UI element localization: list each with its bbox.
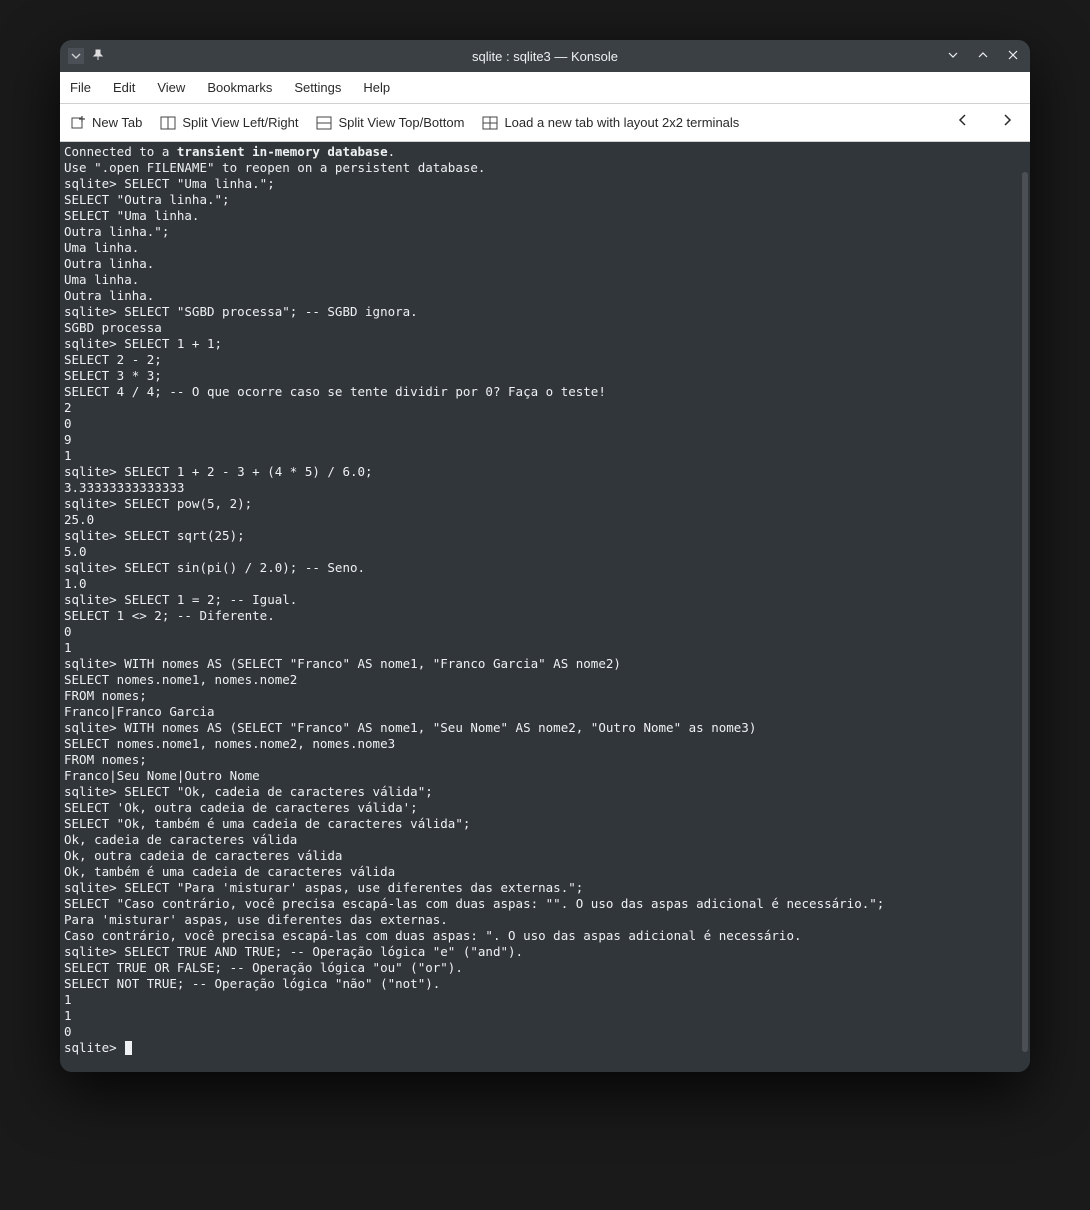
terminal-line: SELECT "Uma linha. xyxy=(64,208,199,223)
terminal-line: Ok, cadeia de caracteres válida xyxy=(64,832,297,847)
menubar: File Edit View Bookmarks Settings Help xyxy=(60,72,1030,104)
terminal-line: FROM nomes; xyxy=(64,752,147,767)
app-menu-icon[interactable] xyxy=(68,48,84,64)
terminal-line: 1 xyxy=(64,1008,72,1023)
terminal-line: . xyxy=(388,144,396,159)
terminal-line: SELECT 2 - 2; xyxy=(64,352,162,367)
terminal-line: Caso contrário, você precisa escapá-las … xyxy=(64,928,802,943)
terminal-line: sqlite> SELECT "Uma linha."; xyxy=(64,176,275,191)
split-lr-icon xyxy=(160,115,176,131)
terminal-line: Uma linha. xyxy=(64,272,139,287)
menu-help[interactable]: Help xyxy=(363,80,390,95)
toolbar: New Tab Split View Left/Right Split View… xyxy=(60,104,1030,142)
grid-icon xyxy=(482,115,498,131)
split-top-bottom-button[interactable]: Split View Top/Bottom xyxy=(316,115,464,131)
terminal-line: SELECT 4 / 4; -- O que ocorre caso se te… xyxy=(64,384,606,399)
terminal-line: sqlite> SELECT 1 = 2; -- Igual. xyxy=(64,592,297,607)
terminal-line: 1 xyxy=(64,992,72,1007)
terminal-line: sqlite> SELECT pow(5, 2); xyxy=(64,496,252,511)
menu-bookmarks[interactable]: Bookmarks xyxy=(207,80,272,95)
minimize-button[interactable] xyxy=(944,49,962,64)
split-tb-icon xyxy=(316,115,332,131)
terminal-line: 2 xyxy=(64,400,72,415)
terminal-line: SELECT "Outra linha."; xyxy=(64,192,230,207)
terminal-line: 0 xyxy=(64,624,72,639)
terminal-line: Use ".open FILENAME" to reopen on a pers… xyxy=(64,160,485,175)
terminal-line: 1 xyxy=(64,448,72,463)
maximize-button[interactable] xyxy=(974,49,992,64)
titlebar-left xyxy=(68,48,104,64)
terminal-line: Outra linha."; xyxy=(64,224,169,239)
terminal-line: sqlite> SELECT "SGBD processa"; -- SGBD … xyxy=(64,304,418,319)
terminal-line: FROM nomes; xyxy=(64,688,147,703)
titlebar[interactable]: sqlite : sqlite3 — Konsole xyxy=(60,40,1030,72)
terminal-line: sqlite> WITH nomes AS (SELECT "Franco" A… xyxy=(64,656,621,671)
terminal-viewport[interactable]: Connected to a transient in-memory datab… xyxy=(60,142,1030,1072)
terminal-line: Franco|Franco Garcia xyxy=(64,704,215,719)
terminal-line: SELECT nomes.nome1, nomes.nome2 xyxy=(64,672,297,687)
terminal-line: Uma linha. xyxy=(64,240,139,255)
terminal-line: 3.33333333333333 xyxy=(64,480,184,495)
terminal-line: SELECT "Ok, também é uma cadeia de carac… xyxy=(64,816,470,831)
terminal-line: 0 xyxy=(64,416,72,431)
menu-view[interactable]: View xyxy=(157,80,185,95)
terminal-line: sqlite> WITH nomes AS (SELECT "Franco" A… xyxy=(64,720,756,735)
terminal-line: 1 xyxy=(64,640,72,655)
terminal-line: SELECT 'Ok, outra cadeia de caracteres v… xyxy=(64,800,418,815)
load-layout-button[interactable]: Load a new tab with layout 2x2 terminals xyxy=(482,115,739,131)
terminal-line: SELECT nomes.nome1, nomes.nome2, nomes.n… xyxy=(64,736,395,751)
terminal-line: Para 'misturar' aspas, use diferentes da… xyxy=(64,912,448,927)
tab-next-button[interactable] xyxy=(994,113,1020,132)
new-tab-label: New Tab xyxy=(92,115,142,130)
menu-settings[interactable]: Settings xyxy=(294,80,341,95)
pin-icon[interactable] xyxy=(92,49,104,64)
terminal-line: SGBD processa xyxy=(64,320,162,335)
terminal-line: sqlite> SELECT "Para 'misturar' aspas, u… xyxy=(64,880,583,895)
terminal-bold: transient in-memory database xyxy=(177,144,388,159)
terminal-line: 5.0 xyxy=(64,544,87,559)
menu-edit[interactable]: Edit xyxy=(113,80,135,95)
terminal-line: SELECT 3 * 3; xyxy=(64,368,162,383)
terminal-line: Franco|Seu Nome|Outro Nome xyxy=(64,768,260,783)
terminal-line: sqlite> SELECT sin(pi() / 2.0); -- Seno. xyxy=(64,560,365,575)
terminal-line: Ok, também é uma cadeia de caracteres vá… xyxy=(64,864,395,879)
terminal-line: SELECT NOT TRUE; -- Operação lógica "não… xyxy=(64,976,440,991)
terminal-prompt: sqlite> xyxy=(64,1040,124,1055)
terminal-line: sqlite> SELECT 1 + 2 - 3 + (4 * 5) / 6.0… xyxy=(64,464,373,479)
terminal-line: sqlite> SELECT sqrt(25); xyxy=(64,528,245,543)
terminal-scrollbar[interactable] xyxy=(1022,172,1028,1052)
terminal-line: 0 xyxy=(64,1024,72,1039)
window-title: sqlite : sqlite3 — Konsole xyxy=(472,49,618,64)
konsole-window: sqlite : sqlite3 — Konsole File Edit Vie… xyxy=(60,40,1030,1072)
split-left-right-button[interactable]: Split View Left/Right xyxy=(160,115,298,131)
terminal-content[interactable]: Connected to a transient in-memory datab… xyxy=(64,144,1026,1056)
new-tab-button[interactable]: New Tab xyxy=(70,115,142,131)
window-controls xyxy=(944,49,1022,64)
terminal-line: SELECT TRUE OR FALSE; -- Operação lógica… xyxy=(64,960,463,975)
terminal-line: sqlite> SELECT TRUE AND TRUE; -- Operaçã… xyxy=(64,944,523,959)
split-tb-label: Split View Top/Bottom xyxy=(338,115,464,130)
tab-prev-button[interactable] xyxy=(950,113,976,132)
split-lr-label: Split View Left/Right xyxy=(182,115,298,130)
new-tab-icon xyxy=(70,115,86,131)
menu-file[interactable]: File xyxy=(70,80,91,95)
terminal-line: Outra linha. xyxy=(64,256,154,271)
terminal-line: 1.0 xyxy=(64,576,87,591)
load-layout-label: Load a new tab with layout 2x2 terminals xyxy=(504,115,739,130)
terminal-line: Ok, outra cadeia de caracteres válida xyxy=(64,848,342,863)
terminal-line: SELECT 1 <> 2; -- Diferente. xyxy=(64,608,275,623)
terminal-line: 9 xyxy=(64,432,72,447)
close-button[interactable] xyxy=(1004,49,1022,64)
terminal-line: 25.0 xyxy=(64,512,94,527)
terminal-line: SELECT "Caso contrário, você precisa esc… xyxy=(64,896,884,911)
terminal-cursor xyxy=(125,1041,132,1055)
terminal-line: Outra linha. xyxy=(64,288,154,303)
terminal-line: sqlite> SELECT "Ok, cadeia de caracteres… xyxy=(64,784,433,799)
terminal-line: Connected to a xyxy=(64,144,177,159)
terminal-line: sqlite> SELECT 1 + 1; xyxy=(64,336,222,351)
